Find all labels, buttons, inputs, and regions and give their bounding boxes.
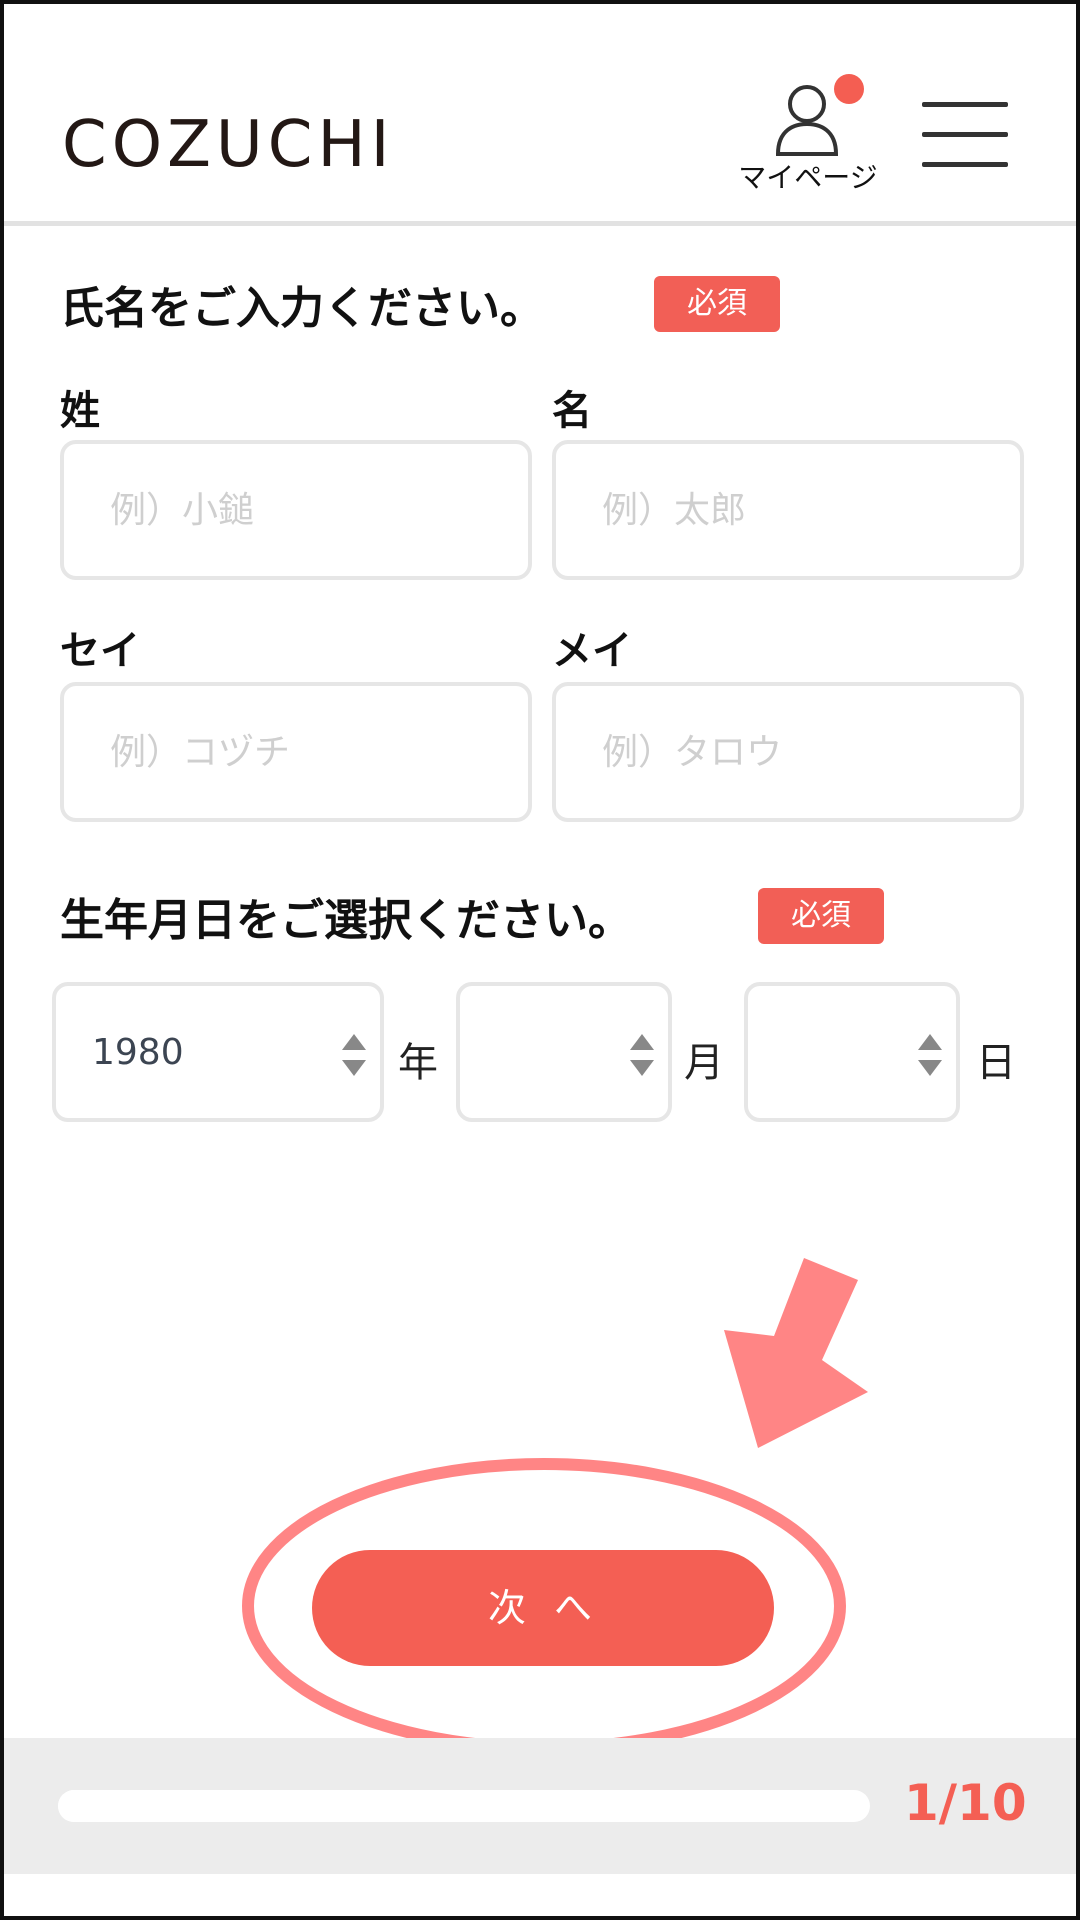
up-down-spinner-icon <box>342 1034 366 1076</box>
required-badge: 必須 <box>758 888 884 944</box>
progress-footer: 1/10 <box>4 1738 1076 1874</box>
day-select[interactable] <box>744 982 960 1122</box>
required-badge: 必須 <box>654 276 780 332</box>
year-unit-label: 年 <box>398 1040 438 1086</box>
last-name-input[interactable] <box>60 440 532 580</box>
month-unit-label: 月 <box>684 1040 724 1086</box>
last-name-label: 姓 <box>60 388 100 434</box>
first-name-kana-input[interactable] <box>552 682 1024 822</box>
mypage-button[interactable]: マイページ <box>722 70 894 200</box>
progress-bar <box>58 1790 870 1822</box>
first-name-label: 名 <box>552 388 592 434</box>
notification-dot <box>834 74 864 104</box>
logo[interactable]: COZUCHI <box>62 108 394 182</box>
first-name-input[interactable] <box>552 440 1024 580</box>
name-section-title: 氏名をご入力ください。 <box>60 283 544 334</box>
app-frame: COZUCHI マイページ 氏名をご入力ください。 必須 姓 名 セイ メイ 生… <box>0 0 1080 1920</box>
year-value: 1980 <box>92 1032 184 1073</box>
last-name-kana-label: セイ <box>60 628 140 674</box>
mypage-label: マイページ <box>738 161 878 194</box>
header: COZUCHI マイページ <box>4 4 1076 226</box>
birthdate-section-title: 生年月日をご選択ください。 <box>60 895 632 946</box>
up-down-spinner-icon <box>630 1034 654 1076</box>
last-name-kana-input[interactable] <box>60 682 532 822</box>
first-name-kana-label: メイ <box>552 628 632 674</box>
hamburger-menu-icon[interactable] <box>922 102 1012 170</box>
up-down-spinner-icon <box>918 1034 942 1076</box>
progress-bar-fill <box>58 1790 140 1822</box>
next-button[interactable]: 次へ <box>312 1550 774 1666</box>
progress-text: 1/10 <box>904 1774 1027 1832</box>
pointer-arrow-icon <box>724 1258 868 1448</box>
year-select[interactable]: 1980 <box>52 982 384 1122</box>
person-icon <box>775 85 839 156</box>
day-unit-label: 日 <box>976 1040 1016 1086</box>
month-select[interactable] <box>456 982 672 1122</box>
